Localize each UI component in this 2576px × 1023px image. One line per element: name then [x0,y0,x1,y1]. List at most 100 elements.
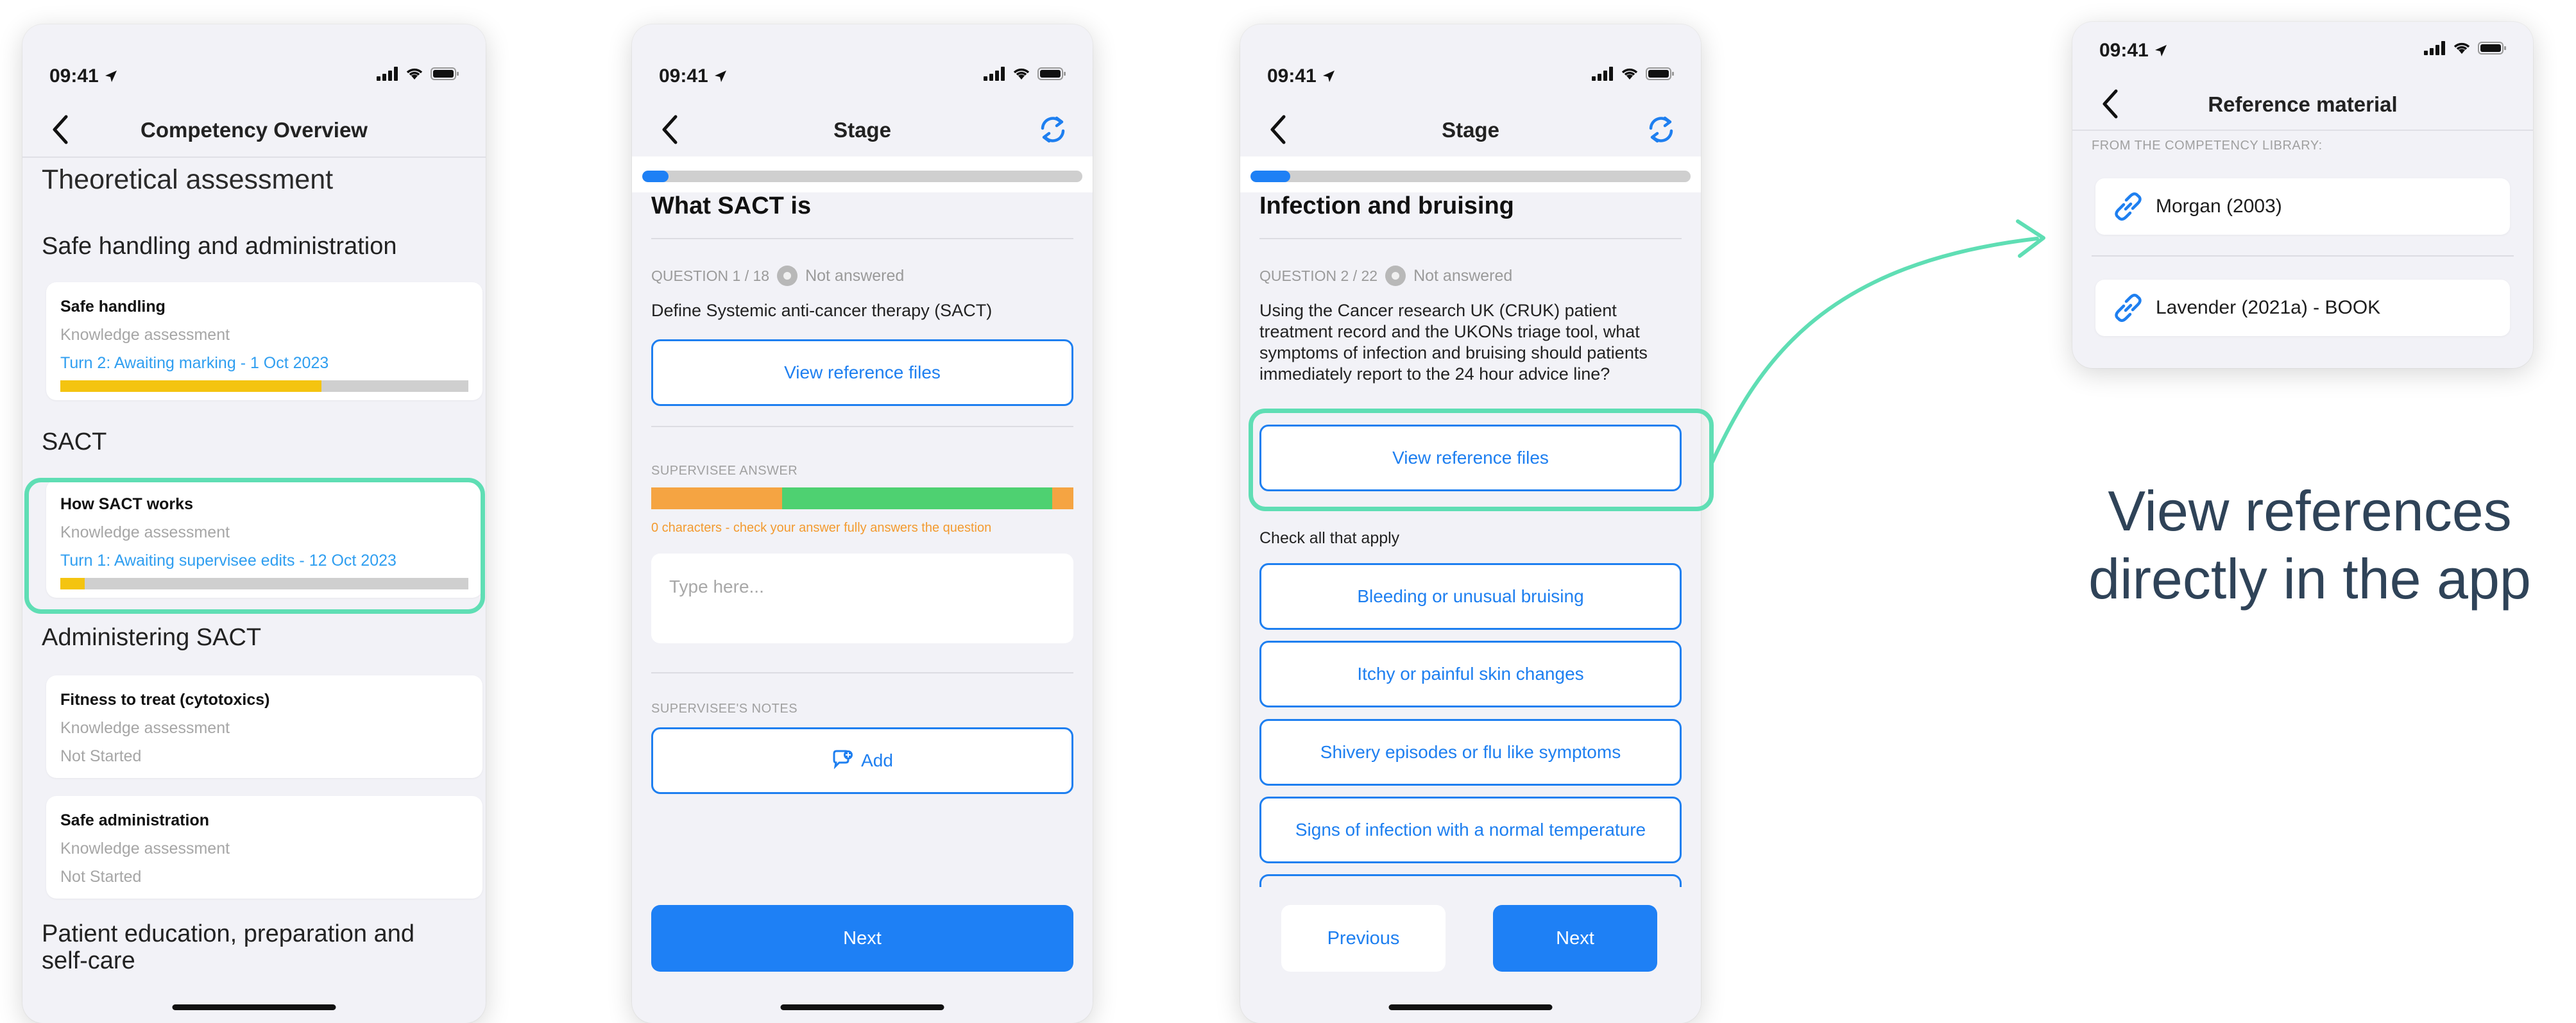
sync-icon[interactable] [1036,113,1070,146]
question-number: QUESTION 1 / 18 [651,267,770,284]
previous-button[interactable]: Previous [1281,905,1446,972]
status-time: 09:41 [49,65,118,87]
battery-icon [2478,42,2506,55]
status-time-text: 09:41 [1267,65,1317,87]
reference-label: Lavender (2021a) - BOOK [2156,297,2381,318]
notes-section-label: SUPERVISEE'S NOTES [651,702,798,716]
check-all-label: Check all that apply [1259,529,1400,547]
status-icons [2424,41,2507,55]
section-administering-sact: Administering SACT [42,624,262,651]
nav-divider [22,156,486,158]
nav-bar: Reference material [2072,76,2533,131]
section-sact: SACT [42,428,107,455]
option-itchy-skin-changes[interactable]: Itchy or painful skin changes [1259,641,1682,707]
status-icons [377,67,460,81]
page-title: Stage [1442,118,1499,142]
reference-morgan-2003[interactable]: Morgan (2003) [2095,178,2510,235]
question-title: Infection and bruising [1259,192,1514,219]
nav-bar: Stage [632,101,1093,156]
bar-segment-short [651,487,782,509]
battery-icon [431,67,459,80]
stage-progress-fill [1250,171,1290,182]
wifi-icon [2453,42,2470,54]
home-indicator [1388,1004,1553,1010]
view-reference-files-button[interactable]: View reference files [651,339,1073,406]
card-status: Turn 2: Awaiting marking - 1 Oct 2023 [60,354,329,372]
divider [651,238,1073,239]
status-time-text: 09:41 [2099,40,2149,61]
answer-section-label: SUPERVISEE ANSWER [651,464,798,478]
status-icons [984,67,1067,81]
add-note-button[interactable]: Add [651,727,1073,794]
phone-stage-what-sact-is: 09:41 Stage What SACT is QUESTION 1 / 18… [632,24,1093,1023]
nav-bar: Stage [1240,101,1701,156]
competency-card-safe-administration[interactable]: Safe administration Knowledge assessment… [46,796,482,899]
divider [2092,255,2514,257]
question-meta: QUESTION 2 / 22 Not answered [1259,266,1512,286]
battery-icon [1037,67,1066,80]
question-text: Define Systemic anti-cancer therapy (SAC… [651,301,993,320]
stage-progress-bar [1250,171,1691,182]
competency-card-fitness-to-treat[interactable]: Fitness to treat (cytotoxics) Knowledge … [46,675,482,778]
card-progress-fill [60,380,322,392]
status-time-text: 09:41 [49,65,99,87]
status-time: 09:41 [659,65,728,87]
bar-segment-good [781,487,1053,509]
signal-icon [377,67,398,81]
option-partial-next[interactable] [1259,874,1682,887]
card-type: Knowledge assessment [60,326,230,344]
home-indicator [780,1004,944,1010]
tagline-line-1: View references [2108,479,2512,543]
stage-progress-bar [642,171,1082,182]
next-button[interactable]: Next [651,905,1073,972]
phone-stage-infection-bruising: 09:41 Stage Infection and bruising QUEST… [1240,24,1701,1023]
wifi-icon [1013,68,1030,80]
section-patient-education: Patient education, preparation and self-… [42,920,414,974]
option-bleeding-bruising[interactable]: Bleeding or unusual bruising [1259,563,1682,630]
status-time: 09:41 [2099,40,2168,62]
status-time: 09:41 [1267,65,1336,87]
add-note-label: Add [861,750,893,770]
signal-icon [984,67,1005,81]
card-progress-bar [60,380,468,392]
library-label: FROM THE COMPETENCY LIBRARY: [2092,139,2323,153]
question-meta: QUESTION 1 / 18 Not answered [651,266,904,286]
highlight-how-sact-works [24,478,485,614]
status-icons [1592,67,1675,81]
reference-lavender-2021a[interactable]: Lavender (2021a) - BOOK [2095,280,2510,336]
option-shivery-flu-symptoms[interactable]: Shivery episodes or flu like symptoms [1259,719,1682,786]
progress-area [1240,156,1701,192]
sync-icon[interactable] [1644,113,1678,146]
battery-icon [1646,67,1674,80]
card-title: Safe handling [60,298,166,316]
page-title: Stage [833,118,891,142]
card-type: Knowledge assessment [60,719,230,737]
location-arrow-icon [1323,71,1335,82]
location-arrow-icon [105,71,117,82]
highlight-view-reference-files [1249,409,1714,511]
card-title: Safe administration [60,811,209,829]
tagline: View references directly in the app [2040,477,2576,613]
divider [1259,238,1682,239]
tagline-line-2: directly in the app [2088,546,2531,611]
page-title: Competency Overview [141,118,368,142]
question-title: What SACT is [651,192,812,219]
location-arrow-icon [715,71,727,82]
card-status: Not Started [60,747,142,765]
heading-theoretical-assessment: Theoretical assessment [42,164,334,195]
wifi-icon [1621,68,1638,80]
phone-reference-material: 09:41 Reference material FROM THE COMPET… [2072,22,2533,368]
signal-icon [2424,41,2445,55]
question-number: QUESTION 2 / 22 [1259,267,1378,284]
progress-area [632,156,1093,192]
option-infection-normal-temp[interactable]: Signs of infection with a normal tempera… [1259,797,1682,863]
wifi-icon [406,68,423,80]
answer-input[interactable]: Type here... [651,554,1073,643]
next-button[interactable]: Next [1493,905,1657,972]
add-note-icon [833,750,853,770]
competency-card-safe-handling[interactable]: Safe handling Knowledge assessment Turn … [46,282,482,400]
section-safe-handling: Safe handling and administration [42,233,397,260]
answer-placeholder: Type here... [669,577,764,596]
nav-divider [2072,130,2533,131]
location-arrow-icon [2155,45,2167,56]
